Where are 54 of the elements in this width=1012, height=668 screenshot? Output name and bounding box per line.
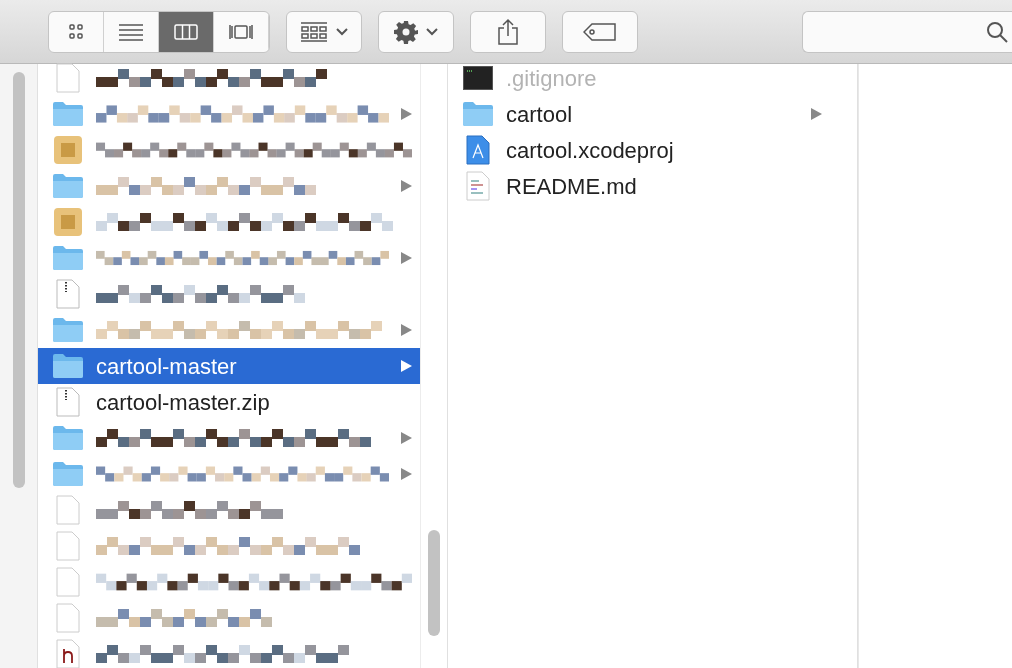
folder-icon <box>52 425 84 451</box>
disclosure-arrow-icon <box>401 180 412 192</box>
columns-icon <box>173 21 199 42</box>
grid-icon <box>300 21 328 42</box>
text-file-icon <box>466 171 490 201</box>
app-icon <box>53 135 83 165</box>
toolbar-button[interactable] <box>378 10 454 53</box>
disclosure-arrow-icon <box>401 360 412 372</box>
document-icon <box>56 531 80 561</box>
document-icon <box>56 567 80 597</box>
toolbar-button[interactable] <box>470 10 546 53</box>
file-row[interactable]: cartool.xcodeproj <box>448 132 830 168</box>
document-icon <box>56 495 80 525</box>
document-icon <box>56 63 80 93</box>
gear-icon <box>394 19 418 44</box>
folder-icon <box>52 245 84 271</box>
caret-icon <box>336 27 348 36</box>
blueprint-file-icon <box>466 135 490 165</box>
view-mode-button[interactable] <box>159 11 214 52</box>
tag-icon <box>583 22 617 41</box>
folder-icon <box>52 353 84 379</box>
app-icon <box>53 207 83 237</box>
file-name: cartool.xcodeproj <box>506 136 674 165</box>
file-name: cartool-master <box>96 352 237 381</box>
toolbar-button[interactable] <box>562 10 638 53</box>
file-row[interactable]: README.md <box>448 168 830 204</box>
list-icon <box>118 21 144 42</box>
zip-file-icon <box>56 279 80 309</box>
folder-icon <box>52 461 84 487</box>
file-name: cartool-master.zip <box>96 388 270 417</box>
disclosure-arrow-icon <box>401 432 412 444</box>
terminal-icon <box>463 66 493 90</box>
zip-file-icon <box>56 387 80 417</box>
folder-icon <box>52 317 84 343</box>
search-field[interactable] <box>802 10 1012 53</box>
file-name: README.md <box>506 172 637 201</box>
disclosure-arrow-icon <box>811 108 822 120</box>
share-icon <box>497 17 519 46</box>
document-icon <box>56 603 80 633</box>
caret-icon <box>426 27 438 36</box>
file-row[interactable]: cartool-master <box>38 348 420 384</box>
file-name: .gitignore <box>506 64 597 93</box>
folder-icon <box>462 101 494 127</box>
folder-icon <box>52 101 84 127</box>
file-row[interactable]: cartool <box>448 96 830 132</box>
disclosure-arrow-icon <box>401 468 412 480</box>
search-icon <box>986 20 1008 43</box>
disclosure-arrow-icon <box>401 252 412 264</box>
file-row[interactable]: cartool-master.zip <box>38 384 420 420</box>
disclosure-arrow-icon <box>401 324 412 336</box>
folder-icon <box>52 173 84 199</box>
disclosure-arrow-icon <box>401 108 412 120</box>
file-name: cartool <box>506 100 573 129</box>
toolbar-button[interactable] <box>286 10 362 53</box>
